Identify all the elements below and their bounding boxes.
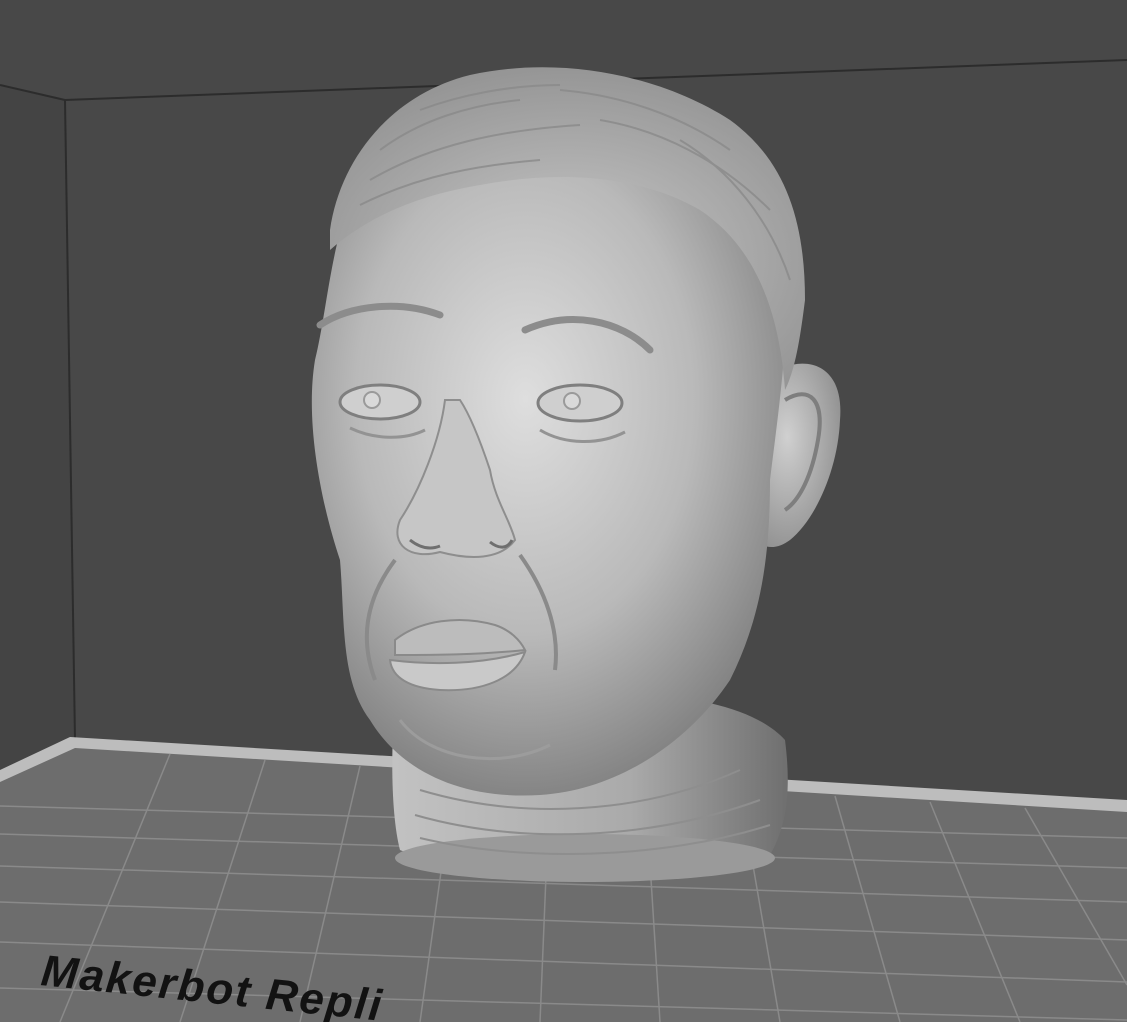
neck-base-cut [395, 834, 775, 882]
face [311, 134, 787, 796]
right-iris [563, 392, 581, 410]
scene-canvas[interactable]: Makerbot Repli [0, 0, 1127, 1022]
left-iris [363, 391, 381, 409]
3d-build-viewport[interactable]: Makerbot Repli [0, 0, 1127, 1022]
side-wall [0, 85, 75, 770]
